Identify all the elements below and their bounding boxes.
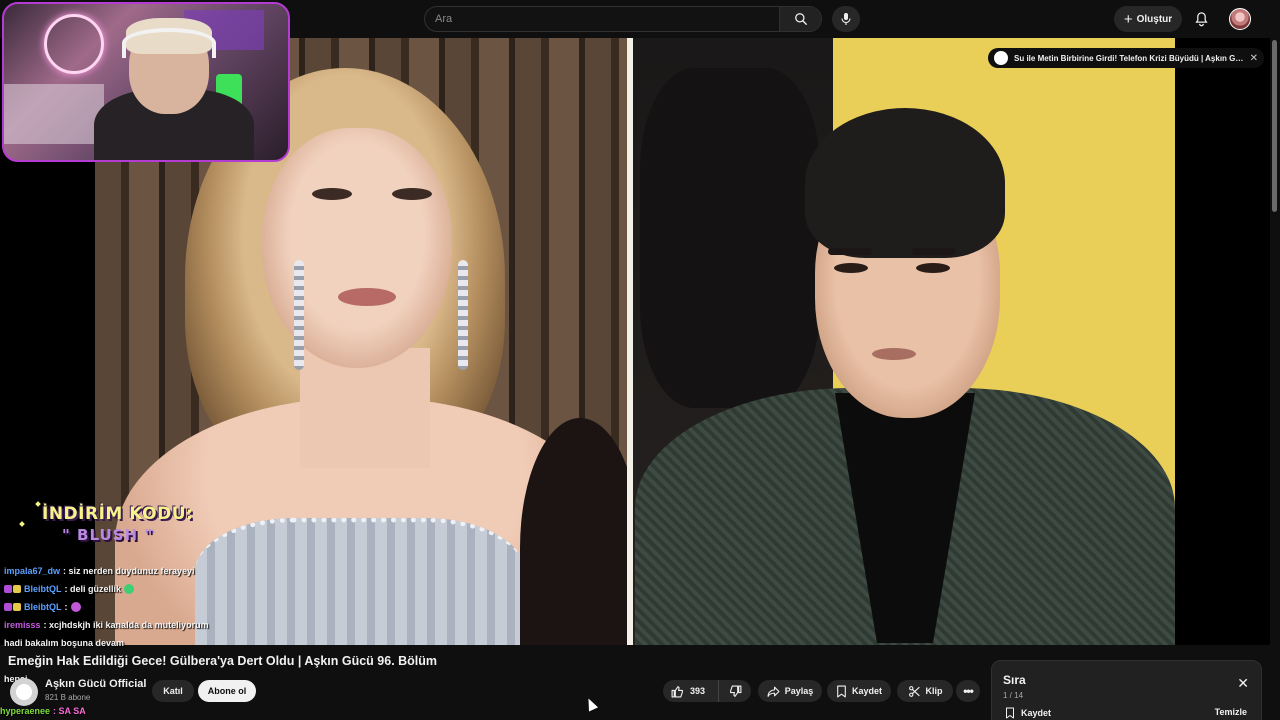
chat-message: BleibtQL : deli güzellik (0, 580, 290, 598)
heart-emote-icon (124, 584, 135, 594)
queue-save-button[interactable]: Kaydet (1005, 707, 1051, 719)
like-button[interactable]: 393 (663, 680, 719, 702)
man-brow-left (828, 248, 872, 255)
chat-text: hadi bakalım boşuna devam (4, 638, 125, 648)
chat-badges (4, 603, 21, 611)
chat-text: : (64, 602, 68, 612)
chat-text: : siz nerden duydunuz ferayeyi (63, 566, 195, 576)
channel-name[interactable]: Aşkın Gücü Official (45, 678, 146, 690)
notifications-button[interactable] (1190, 8, 1212, 30)
chat-username: impala67_dw (4, 566, 61, 576)
queue-save-label: Kaydet (1021, 708, 1052, 718)
earring-right (458, 260, 468, 370)
gift-badge-icon (13, 585, 21, 593)
scissors-icon (908, 685, 920, 697)
woman-eye-left (312, 188, 352, 200)
stream-chat-last: hyperaenee : SA SA (0, 702, 290, 720)
thumbs-down-icon (729, 685, 741, 697)
save-button[interactable]: Kaydet (827, 680, 891, 702)
create-button[interactable]: + Oluştur (1114, 6, 1182, 32)
chat-username: hyperaenee (0, 706, 51, 716)
search-input[interactable] (425, 7, 781, 31)
more-actions-button[interactable]: ••• (956, 680, 980, 702)
next-video-preview[interactable]: Su ile Metin Birbirine Girdi! Telefon Kr… (988, 48, 1264, 68)
shelf (4, 84, 104, 144)
search-icon (794, 13, 807, 25)
create-label: Oluştur (1136, 13, 1173, 25)
woman-face (262, 128, 452, 368)
man-eye-right (916, 263, 950, 273)
promo-title: İNDİRİM KODU: (42, 504, 194, 524)
voice-search-button[interactable] (832, 6, 860, 32)
queue-count: 1 / 14 (1003, 691, 1024, 700)
subscriber-badge-icon (4, 603, 12, 611)
close-icon[interactable]: ✕ (1250, 53, 1258, 64)
microphone-icon (841, 13, 851, 25)
man-brow-right (912, 248, 956, 255)
streamer-webcam (2, 2, 290, 162)
queue-panel: Sıra 1 / 14 ✕ Kaydet Temizle (991, 660, 1262, 720)
earring-left (294, 260, 304, 370)
like-count: 393 (690, 686, 706, 696)
bell-icon (1194, 12, 1208, 27)
chat-message: BleibtQL : (0, 598, 290, 616)
subscriber-badge-icon (4, 585, 12, 593)
chat-message: hadi bakalım boşuna devam (0, 634, 290, 652)
more-icon: ••• (963, 684, 974, 698)
chat-text: : SA SA (53, 706, 86, 716)
emote-icon (70, 602, 81, 612)
search-box (424, 6, 822, 32)
chat-username: iremisss (4, 620, 41, 630)
share-label: Paylaş (784, 686, 814, 696)
preview-title: Su ile Metin Birbirine Girdi! Telefon Kr… (1014, 53, 1244, 63)
share-button[interactable]: Paylaş (758, 680, 822, 702)
chat-username: BleibtQL (24, 584, 62, 594)
woman-eye-right (392, 188, 432, 200)
promo-code: " BLUSH " (62, 526, 154, 544)
mouse-cursor (583, 696, 599, 712)
chat-message: hyperaenee : SA SA (0, 702, 290, 720)
queue-clear-button[interactable]: Temizle (1215, 707, 1247, 717)
account-avatar[interactable] (1229, 8, 1251, 30)
join-button[interactable]: Katıl (152, 680, 194, 702)
scrollbar-thumb[interactable] (1272, 40, 1277, 212)
dislike-button[interactable] (719, 680, 751, 702)
gift-badge-icon (13, 603, 21, 611)
chat-message: iremisss : xcjhdskjh iki kanalda da mute… (0, 616, 290, 634)
subscriber-count: 821 B abone (45, 693, 91, 702)
chat-text: : xcjhdskjh iki kanalda da muteliyorum (43, 620, 209, 630)
bookmark-icon (1006, 707, 1014, 719)
chat-badges (4, 585, 21, 593)
man-mouth (872, 348, 916, 360)
like-dislike-group: 393 (663, 680, 751, 702)
clip-button[interactable]: Klip (897, 680, 953, 702)
man-hair (805, 108, 1005, 258)
chat-text: : deli güzellik (64, 584, 122, 594)
neon-sign (44, 14, 104, 74)
save-label: Kaydet (851, 686, 882, 696)
chat-message: impala67_dw : siz nerden duydunuz feraye… (0, 562, 290, 580)
search-button[interactable] (779, 7, 821, 31)
clip-label: Klip (925, 686, 943, 696)
preview-channel-avatar (994, 51, 1008, 65)
bookmark-icon (837, 685, 846, 697)
video-title: Emeğin Hak Edildiği Gece! Gülbera'ya Der… (8, 654, 438, 668)
thumbs-up-icon (671, 685, 683, 697)
man-eye-left (834, 263, 868, 273)
chat-username: BleibtQL (24, 602, 62, 612)
share-icon (767, 686, 780, 697)
queue-title: Sıra (1003, 673, 1026, 687)
close-icon[interactable]: ✕ (1237, 675, 1249, 692)
subscribe-button[interactable]: Abone ol (198, 680, 256, 702)
background-shoulder (640, 68, 820, 408)
headset (122, 28, 216, 58)
woman-lips (338, 288, 396, 306)
plus-icon: + (1123, 10, 1133, 28)
